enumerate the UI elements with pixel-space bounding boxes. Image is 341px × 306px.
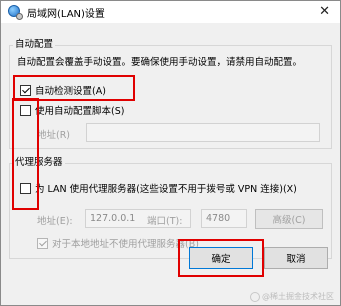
use-script-option[interactable]: 使用自动配置脚本(S): [20, 103, 124, 117]
cancel-button[interactable]: 取消: [264, 247, 328, 269]
watermark: @稀土掘金技术社区: [250, 291, 334, 302]
watermark-logo-icon: [250, 291, 260, 302]
title-bar[interactable]: 局域网(LAN)设置 ✕: [1, 1, 340, 23]
bypass-local-checkbox[interactable]: [37, 237, 48, 249]
lan-settings-dialog: 局域网(LAN)设置 ✕ 自动配置 自动配置会覆盖手动设置。要确保使用手动设置，…: [0, 0, 341, 306]
use-script-checkbox[interactable]: [20, 104, 31, 116]
use-proxy-label: 为 LAN 使用代理服务器(这些设置不用于拨号或 VPN 连接)(X): [35, 184, 297, 195]
use-script-label: 使用自动配置脚本(S): [35, 106, 125, 117]
proxy-address-label: 地址(E):: [37, 216, 73, 227]
auto-detect-label: 自动检测设置(A): [35, 86, 106, 97]
auto-detect-checkbox[interactable]: [20, 84, 31, 96]
auto-config-description: 自动配置会覆盖手动设置。要确保使用手动设置，请禁用自动配置。: [17, 57, 303, 68]
use-proxy-option[interactable]: 为 LAN 使用代理服务器(这些设置不用于拨号或 VPN 连接)(X): [20, 181, 297, 195]
bypass-local-option[interactable]: 对于本地地址不使用代理服务器(B): [37, 236, 199, 250]
auto-config-group-label: 自动配置: [13, 36, 56, 50]
window-title: 局域网(LAN)设置: [27, 8, 105, 20]
proxy-port-label: 端口(T):: [147, 216, 183, 227]
proxy-group-label: 代理服务器: [13, 154, 65, 168]
close-icon[interactable]: ✕: [319, 4, 330, 19]
script-address-input[interactable]: [86, 123, 320, 142]
bypass-local-label: 对于本地地址不使用代理服务器(B): [52, 239, 199, 250]
network-settings-icon: [8, 5, 23, 20]
advanced-button[interactable]: 高级(C): [255, 209, 323, 229]
use-proxy-checkbox[interactable]: [20, 182, 31, 194]
script-address-label: 地址(R): [37, 130, 71, 141]
ok-button[interactable]: 确定: [189, 247, 253, 269]
proxy-port-input[interactable]: 4780: [201, 209, 247, 228]
watermark-text: @稀土掘金技术社区: [262, 292, 334, 301]
auto-detect-option[interactable]: 自动检测设置(A): [20, 83, 106, 97]
